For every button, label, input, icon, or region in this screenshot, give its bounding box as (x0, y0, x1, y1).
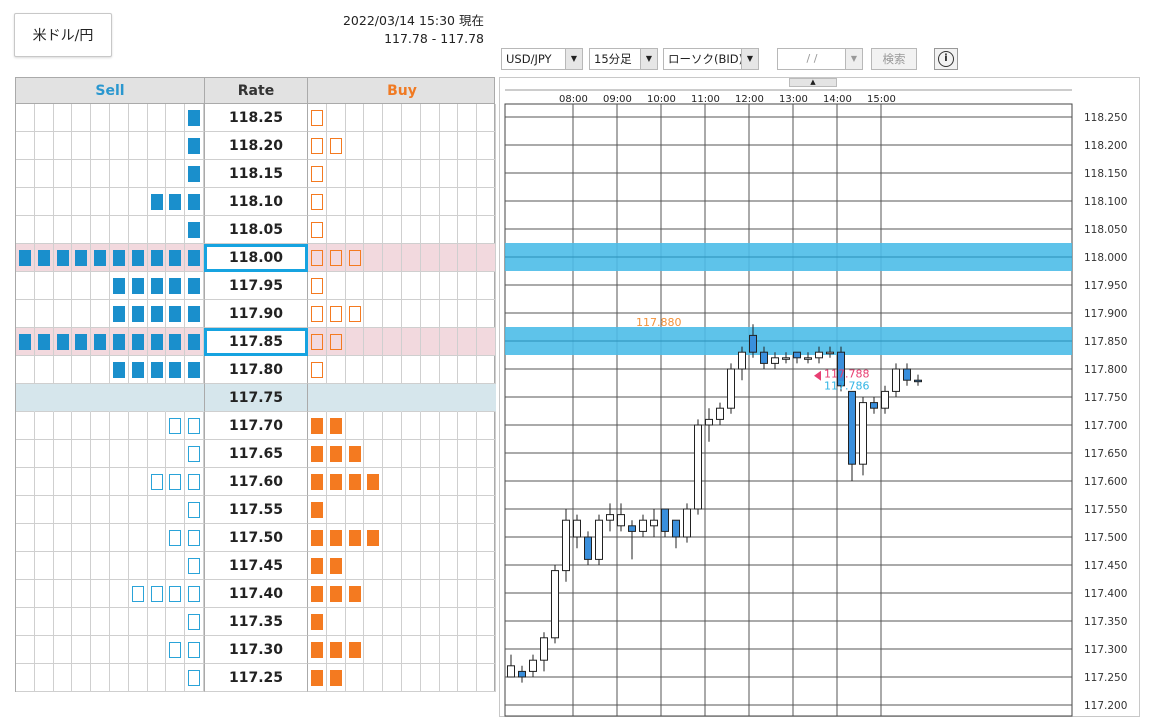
x-tick-label: 15:00 (867, 94, 896, 105)
candle-body (617, 514, 625, 527)
candle-body (881, 390, 889, 409)
candle-body (793, 351, 801, 359)
x-tick-label: 14:00 (823, 94, 852, 105)
candle-body (782, 357, 790, 360)
y-tick-label: 118.150 (1084, 168, 1127, 180)
y-tick-label: 118.050 (1084, 224, 1127, 236)
y-tick-label: 117.650 (1084, 448, 1127, 460)
y-tick-label: 118.250 (1084, 112, 1127, 124)
candle-body (573, 519, 581, 538)
y-tick-label: 117.900 (1084, 308, 1127, 320)
x-tick-label: 12:00 (735, 94, 764, 105)
candle-body (760, 351, 768, 364)
y-tick-label: 117.300 (1084, 644, 1127, 656)
candle-body (540, 637, 548, 661)
candle-body (551, 570, 559, 639)
y-tick-label: 117.800 (1084, 364, 1127, 376)
candle-body (705, 418, 713, 426)
candle-body (584, 536, 592, 560)
y-tick-label: 117.250 (1084, 672, 1127, 684)
candle-body (562, 519, 570, 572)
candle-body (804, 357, 812, 360)
candle-body (661, 508, 669, 532)
candle-body (518, 670, 526, 678)
candle-body (771, 357, 779, 364)
candle-body (507, 665, 515, 678)
candle-body (650, 519, 658, 527)
x-tick-label: 10:00 (647, 94, 676, 105)
x-tick-label: 09:00 (603, 94, 632, 105)
candle-body (892, 368, 900, 392)
y-tick-label: 117.350 (1084, 616, 1127, 628)
candle-body (738, 351, 746, 370)
y-tick-label: 117.550 (1084, 504, 1127, 516)
candle-body (529, 659, 537, 672)
y-tick-label: 118.100 (1084, 196, 1127, 208)
x-tick-label: 11:00 (691, 94, 720, 105)
candlestick-chart: 118.250 118.200 118.150 118.100 118.050 118.0… (504, 89, 1127, 717)
candle-body (639, 519, 647, 532)
candle-body (815, 351, 823, 359)
high-price-label: 117.880 (636, 316, 682, 329)
ask-price-label: 117.786 (824, 380, 870, 393)
candle-body (716, 407, 724, 420)
y-tick-label: 118.200 (1084, 140, 1127, 152)
x-tick-label: 13:00 (779, 94, 808, 105)
candle-body (903, 368, 911, 381)
y-tick-label: 117.200 (1084, 700, 1127, 712)
y-tick-label: 117.750 (1084, 392, 1127, 404)
y-tick-label: 117.600 (1084, 476, 1127, 488)
y-tick-label: 118.000 (1084, 252, 1127, 264)
candle-body (683, 508, 691, 538)
bid-marker-icon (814, 370, 821, 381)
plot-frame (504, 103, 1073, 717)
y-tick-label: 117.400 (1084, 588, 1127, 600)
candle-body (672, 519, 680, 538)
candle-body (859, 402, 867, 465)
candle-body (727, 368, 735, 409)
y-tick-label: 117.450 (1084, 560, 1127, 572)
candle-body (826, 351, 834, 355)
y-tick-label: 117.850 (1084, 336, 1127, 348)
candle-body (606, 514, 614, 521)
candle-body (848, 390, 856, 465)
candle-body (870, 402, 878, 409)
y-tick-label: 117.950 (1084, 280, 1127, 292)
y-tick-label: 117.700 (1084, 420, 1127, 432)
candle-body (749, 334, 757, 353)
x-tick-label: 08:00 (559, 94, 588, 105)
candle-body (694, 424, 702, 510)
y-tick-label: 117.500 (1084, 532, 1127, 544)
candle-body (628, 525, 636, 532)
candle-body (914, 379, 922, 383)
candle-body (595, 519, 603, 560)
